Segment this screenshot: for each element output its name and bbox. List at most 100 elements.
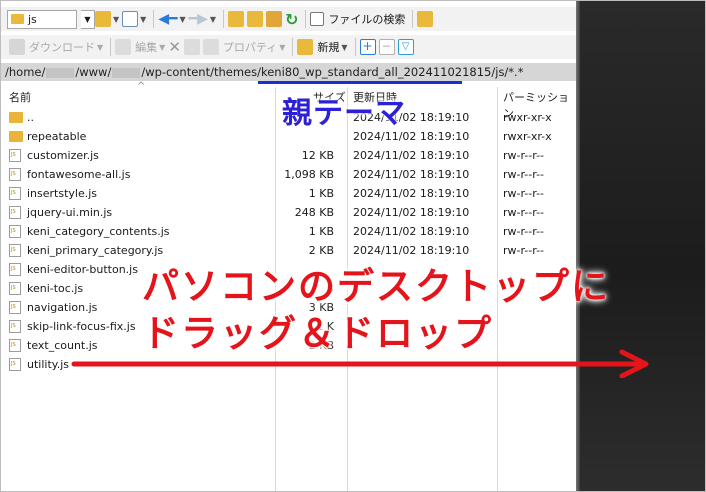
delete-button[interactable]: ✕ [168,36,181,58]
find-files-label: ファイルの検索 [328,13,406,26]
drive-selector[interactable]: js [7,9,77,29]
file-name: utility.js [27,358,69,371]
edit-button[interactable]: 編集 ▼ [115,36,165,58]
file-size: 1,098 KB [284,168,334,181]
file-row[interactable]: fontawesome-all.js 1,098 KB 2024/11/02 18:… [1,165,576,184]
js-file-icon [9,225,21,238]
file-permission: rw-r--r-- [503,149,545,162]
folder-icon [11,14,24,24]
chevron-down-icon: ▼ [341,42,348,52]
js-file-icon [9,358,21,371]
edit-label: 編集 [135,41,158,54]
file-modified: 2024/11/02 18:19:10 [353,149,470,162]
js-file-icon [9,263,21,276]
js-file-icon [9,339,21,352]
toolbar-divider [153,10,155,28]
file-row[interactable]: keni_category_contents.js 1 KB 2024/11/02 … [1,222,576,241]
find-files-button[interactable]: ファイルの検索 [310,8,405,30]
find-icon [310,12,325,26]
drive-label: js [28,12,37,26]
back-button[interactable]: ◀━ ▼ [158,8,185,30]
properties-button[interactable]: プロパティ ▼ [202,36,286,58]
js-file-icon [9,206,21,219]
toolbar-divider [292,38,294,56]
js-file-icon [9,149,21,162]
open-folder-button[interactable]: ▼ [95,8,119,30]
js-file-icon [9,244,21,257]
annotation-line-1: パソコンのデスクトップに [142,265,610,308]
download-icon [9,39,25,55]
properties-icon [202,39,219,55]
file-permission: rw-r--r-- [503,168,545,181]
toolbar-divider [110,38,112,56]
folder-tree-icon [417,11,434,27]
js-file-icon [9,187,21,200]
main-toolbar: js ▼ ▼ ▼ ◀━ ▼ ━▶ ▼ ↻ ファイルの検索 [1,7,576,31]
path-rest: /wp-content/themes/keni80_wp_standard_al… [141,65,524,79]
redacted-segment [112,67,141,78]
js-file-icon [9,320,21,333]
minus-icon: − [378,39,395,55]
properties-label: プロパティ [222,41,278,54]
parent-folder-button[interactable] [228,8,245,30]
drag-arrow-icon [71,349,649,378]
rename-button[interactable] [183,36,200,58]
folder-up-icon [9,112,23,123]
file-modified: 2024/11/02 18:19:10 [353,168,470,181]
deselect-button[interactable]: − [378,36,395,58]
file-name: skip-link-focus-fix.js [27,320,136,333]
funnel-icon: ▽ [397,39,414,55]
filter-button[interactable]: ▼ [122,8,146,30]
drive-dropdown-button[interactable]: ▼ [81,9,95,29]
parent-folder-icon [228,11,245,27]
file-row[interactable]: jquery-ui.min.js 248 KB 2024/11/02 18:19:1… [1,203,576,222]
file-modified: 2024/11/02 18:19:10 [353,187,470,200]
home-button[interactable] [266,8,283,30]
tree-view-button[interactable] [417,8,434,30]
file-permission: rw-r--r-- [503,225,545,238]
file-name: navigation.js [27,301,98,314]
forward-button[interactable]: ━▶ ▼ [189,8,216,30]
sort-ascending-icon: ^ [137,81,146,92]
annotation-title: 親テーマ [282,96,406,131]
file-row[interactable]: customizer.js 12 KB 2024/11/02 18:19:10 rw-… [1,146,576,165]
path-bar[interactable]: /home/ /www/ /wp-content/themes/keni80_wp_… [1,63,576,81]
file-permission: rw-r--r-- [503,206,545,219]
new-button[interactable]: 新規 ▼ [297,36,348,58]
file-name: fontawesome-all.js [27,168,131,181]
desktop-area[interactable] [576,1,705,491]
refresh-icon: ↻ [285,9,299,29]
download-label: ダウンロード [29,41,95,54]
path-highlight-underline [258,81,462,84]
new-folder-icon [297,39,314,55]
file-permission: rwxr-xr-x [503,130,552,143]
path-prefix: /home/ [5,65,46,79]
file-size: 248 KB [294,206,334,219]
filter-select-button[interactable]: ▽ [397,36,414,58]
file-row[interactable]: insertstyle.js 1 KB 2024/11/02 18:19:10 rw-… [1,184,576,203]
chevron-down-icon: ▼ [279,42,286,52]
forward-arrow-icon: ━▶ [188,11,208,27]
path-mid: /www/ [75,65,112,79]
folder-icon [9,131,23,142]
file-size: 1 KB [308,225,334,238]
home-icon [266,11,283,27]
download-button[interactable]: ダウンロード ▼ [9,36,103,58]
root-folder-icon [247,11,264,27]
file-name: keni-toc.js [27,282,84,295]
refresh-button[interactable]: ↻ [285,8,298,30]
file-permission: rwxr-xr-x [503,111,552,124]
toolbar-divider [223,10,225,28]
file-size: 1 KB [308,187,334,200]
file-modified: 2024/11/02 18:19:10 [353,206,470,219]
plus-icon: + [359,39,376,55]
file-name: jquery-ui.min.js [27,206,113,219]
new-label: 新規 [317,41,340,54]
filter-icon [122,11,139,27]
back-arrow-icon: ◀━ [158,11,178,27]
file-toolbar: ダウンロード ▼ 編集 ▼ ✕ プロパティ ▼ 新規 ▼ + − ▽ [1,35,576,59]
column-header-name[interactable]: 名前 [9,89,31,105]
root-folder-button[interactable] [247,8,264,30]
rename-icon [183,39,200,55]
select-all-button[interactable]: + [359,36,376,58]
